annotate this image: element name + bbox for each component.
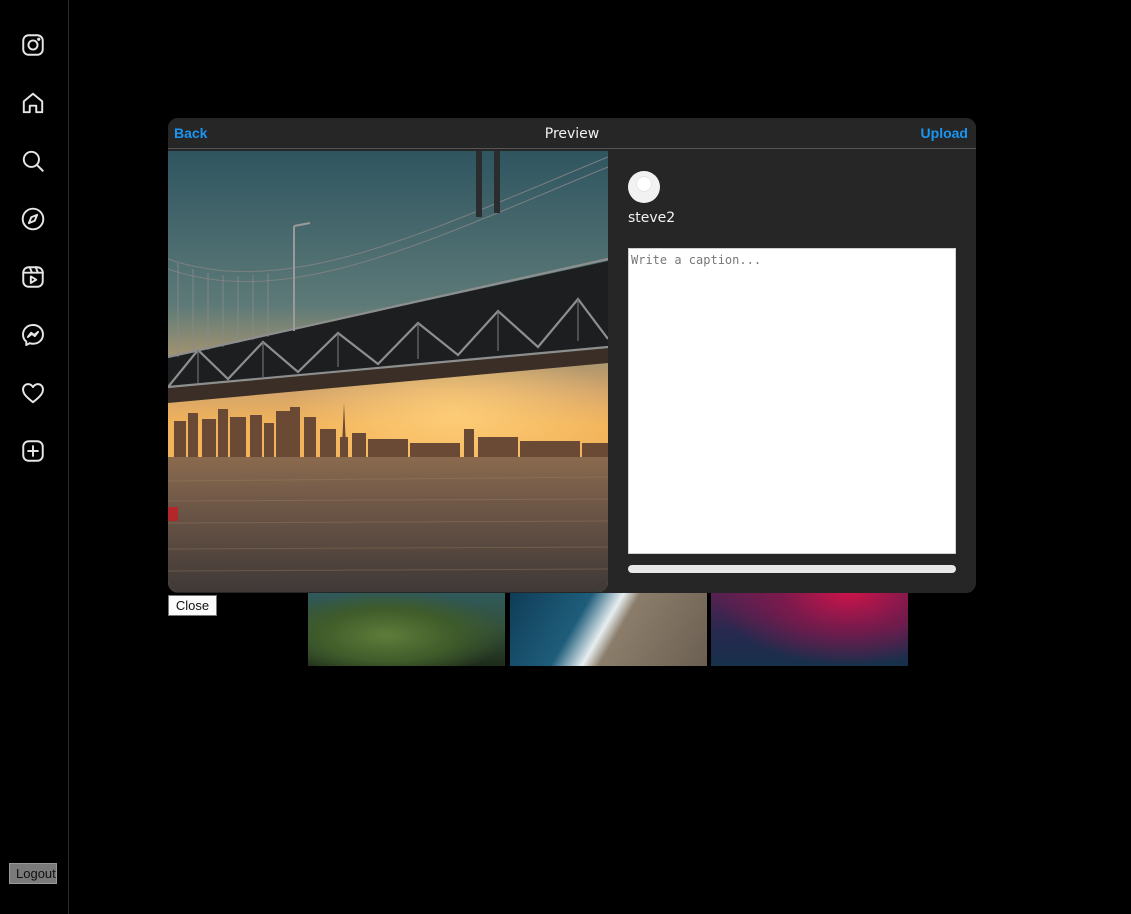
messenger-icon[interactable] xyxy=(19,321,47,349)
app-root: Logout Back Preview Upload steve2 Write … xyxy=(0,0,1131,914)
modal-header: Back Preview Upload xyxy=(168,118,976,149)
home-icon[interactable] xyxy=(19,89,47,117)
search-icon[interactable] xyxy=(19,147,47,175)
explore-icon[interactable] xyxy=(19,205,47,233)
upload-button[interactable]: Upload xyxy=(921,125,968,141)
sidebar: Logout xyxy=(0,0,69,914)
avatar xyxy=(628,171,660,203)
heart-icon[interactable] xyxy=(19,379,47,407)
username: steve2 xyxy=(628,210,676,226)
create-icon[interactable] xyxy=(19,437,47,465)
feed-thumbnail[interactable] xyxy=(308,590,505,666)
preview-modal: Back Preview Upload steve2 Write a capti… xyxy=(168,118,976,593)
modal-title: Preview xyxy=(544,126,600,142)
preview-image xyxy=(168,151,608,592)
upload-progress-bar xyxy=(628,565,956,573)
close-button[interactable]: Close xyxy=(168,595,217,616)
feed-thumbnail[interactable] xyxy=(711,590,908,666)
logout-button[interactable]: Logout xyxy=(9,863,57,884)
caption-input[interactable] xyxy=(628,248,956,554)
reels-icon[interactable] xyxy=(19,263,47,291)
instagram-icon[interactable] xyxy=(19,31,47,59)
feed-thumbnail[interactable] xyxy=(510,590,707,666)
